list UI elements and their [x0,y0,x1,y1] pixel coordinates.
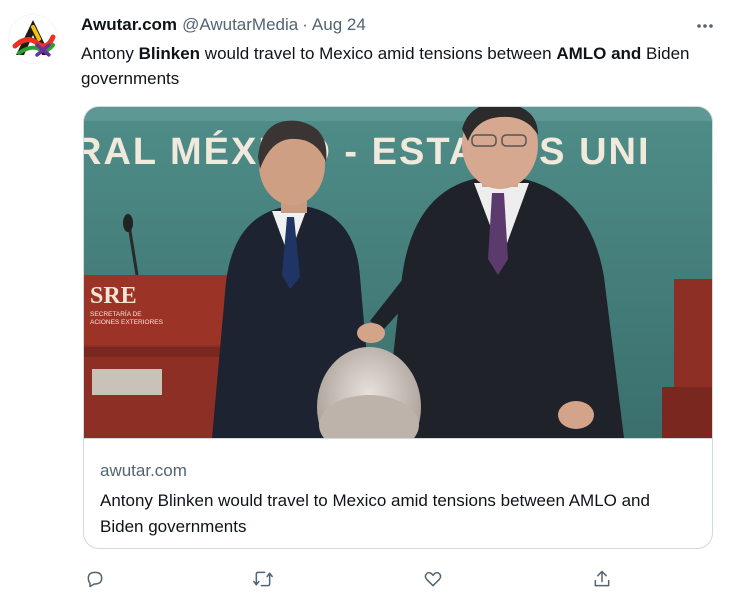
reply-icon [87,571,103,588]
card-image: RAL MÉXICO - ESTADOS UNI SRE SECRETARÍA … [84,107,712,438]
more-options-button[interactable] [692,14,718,38]
more-icon [697,24,713,28]
tweet-text-bold: Blinken [138,44,201,63]
podium-sub-text: SECRETARÍA DE [90,309,142,318]
share-button[interactable] [589,566,615,592]
tweet-text-part: would travel to Mexico amid tensions bet… [200,44,557,63]
tweet-date[interactable]: Aug 24 [312,15,366,35]
awutar-logo [9,15,57,63]
retweet-button[interactable] [250,566,276,592]
tweet[interactable]: Awutar.com @AwutarMedia · Aug 24 Antony … [0,0,732,602]
podium-sub-text: ACIONES EXTERIORES [90,319,164,326]
podium-logo-text: SRE [90,283,137,309]
banner-text: RAL MÉXICO - ESTADOS UNI [84,129,651,173]
like-button[interactable] [420,566,446,592]
heart-icon [424,571,442,587]
retweet-icon [253,571,273,587]
reply-button[interactable] [82,566,108,592]
tweet-text-part: Antony [81,44,139,63]
link-card[interactable]: RAL MÉXICO - ESTADOS UNI SRE SECRETARÍA … [83,106,713,549]
separator-dot: · [302,15,308,34]
card-meta[interactable]: awutar.com Antony Blinken would travel t… [84,438,712,548]
avatar[interactable] [9,15,57,63]
share-icon [594,570,610,587]
tweet-text-bold: AMLO and [556,44,642,63]
tweet-header: Awutar.com @AwutarMedia · Aug 24 [81,13,366,37]
tweet-text: Antony Blinken would travel to Mexico am… [81,41,711,91]
card-domain[interactable]: awutar.com [100,461,187,481]
display-name[interactable]: Awutar.com [81,15,177,35]
card-title[interactable]: Antony Blinken would travel to Mexico am… [100,488,690,540]
user-handle[interactable]: @AwutarMedia [182,15,298,35]
